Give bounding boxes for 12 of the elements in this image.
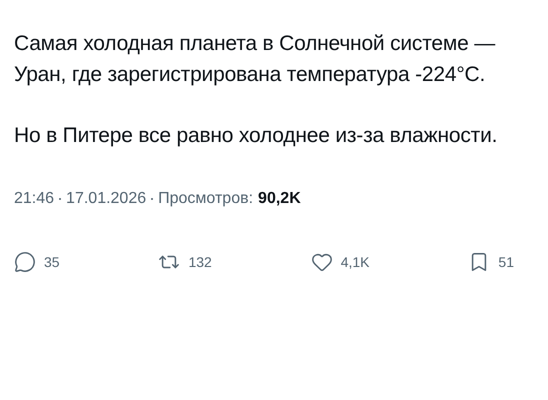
bookmark-button[interactable]: 51	[468, 251, 514, 273]
post-text: Но в Питере все равно холоднее из-за влажности.	[14, 123, 498, 149]
post-time: 21:46	[14, 189, 54, 209]
views-label: Просмотров:	[158, 189, 254, 209]
reply-button[interactable]: 35	[14, 251, 60, 273]
views-count: 90,2K	[258, 189, 301, 209]
heart-icon	[310, 251, 333, 273]
speech-bubble-icon	[14, 251, 36, 273]
post-date: 17.01.2026	[66, 189, 146, 209]
post-text: Самая холодная планета в Солнечной системе — Уран, где зарегистрирована температура -224°С.	[14, 31, 496, 88]
like-button[interactable]: 4,1K	[310, 251, 370, 273]
repost-button[interactable]: 132	[158, 251, 212, 273]
